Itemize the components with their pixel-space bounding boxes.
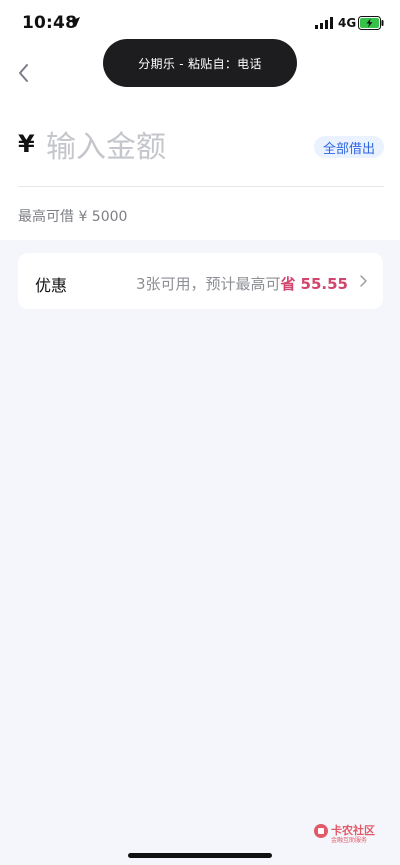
divider — [18, 186, 384, 187]
amount-input[interactable] — [46, 128, 296, 166]
max-borrow-amount: 最高可借 ¥ 5000 — [18, 209, 128, 225]
watermark-logo-icon — [314, 824, 328, 838]
network-type: 4G — [338, 16, 357, 30]
watermark: 卡农社区 金融互助服务 — [313, 822, 383, 846]
watermark-subtext: 金融互助服务 — [331, 837, 368, 844]
amount-panel: ¥ 全部借出 最高可借 ¥ 5000 — [0, 94, 400, 240]
discount-label: 优惠 — [35, 276, 68, 295]
chevron-right-icon — [360, 275, 367, 287]
discount-row[interactable]: 优惠 3张可用，预计最高可省 55.55 — [18, 253, 383, 309]
borrow-all-button[interactable]: 全部借出 — [314, 136, 384, 158]
currency-symbol: ¥ — [18, 130, 35, 158]
location-arrow-icon — [70, 17, 80, 27]
back-chevron-icon[interactable] — [16, 62, 32, 84]
battery-charging-icon — [358, 16, 384, 30]
discount-save-label: 省 — [280, 275, 296, 293]
discount-summary: 3张可用，预计最高可省 55.55 — [136, 273, 348, 294]
discount-summary-text: 3张可用，预计最高可 — [135, 275, 281, 293]
paste-toast: 分期乐 - 粘贴自：电话 — [103, 39, 297, 87]
home-indicator[interactable] — [128, 853, 272, 858]
discount-save-value: 55.55 — [300, 275, 348, 293]
signal-bars-icon — [315, 17, 333, 29]
